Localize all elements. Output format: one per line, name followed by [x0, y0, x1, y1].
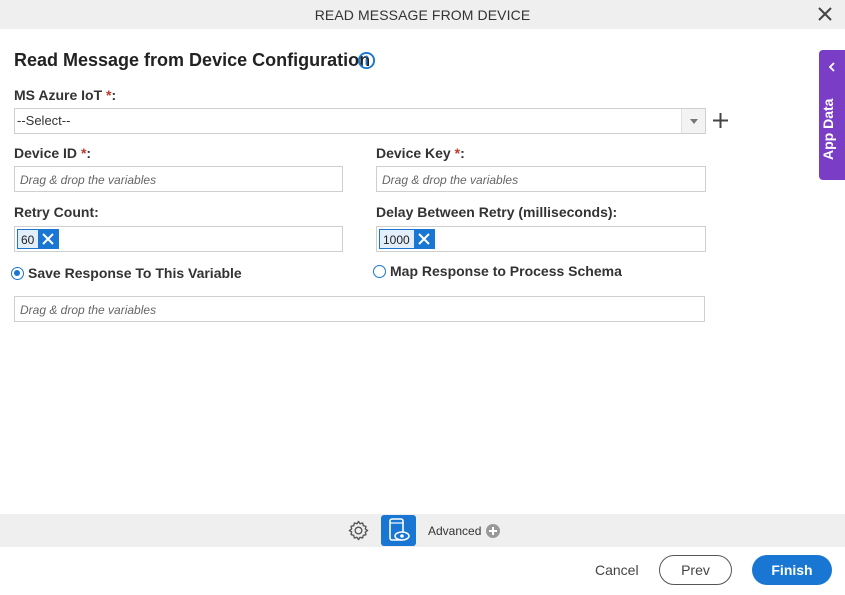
finish-button[interactable]: Finish [752, 555, 832, 585]
radio-map-response[interactable]: Map Response to Process Schema [373, 263, 622, 279]
device-key-field[interactable]: Drag & drop the variables [376, 166, 706, 192]
info-icon[interactable] [357, 51, 376, 70]
prev-button[interactable]: Prev [659, 555, 732, 585]
delay-between-retry-label: Delay Between Retry (milliseconds): [376, 204, 618, 220]
delay-chip: 1000 [379, 229, 435, 249]
dialog-title: READ MESSAGE FROM DEVICE [314, 7, 531, 23]
retry-count-field[interactable]: 60 [14, 226, 343, 252]
advanced-plus-icon[interactable] [486, 524, 500, 538]
device-key-label: Device Key *: [376, 145, 465, 161]
azure-iot-selected-value: --Select-- [17, 113, 71, 128]
chevron-left-icon [828, 62, 835, 72]
gear-icon[interactable] [347, 519, 370, 542]
device-id-placeholder: Drag & drop the variables [20, 173, 157, 187]
radio-save-response[interactable]: Save Response To This Variable [11, 265, 242, 281]
device-key-placeholder: Drag & drop the variables [382, 173, 519, 187]
delay-value: 1000 [383, 233, 410, 247]
response-variable-placeholder: Drag & drop the variables [20, 303, 157, 317]
mobile-preview-icon[interactable] [381, 515, 416, 546]
cancel-button[interactable]: Cancel [595, 562, 639, 578]
remove-chip-icon[interactable] [413, 230, 434, 248]
close-icon[interactable] [817, 6, 833, 22]
response-variable-field[interactable]: Drag & drop the variables [14, 296, 705, 322]
app-data-tab[interactable]: App Data [819, 50, 845, 180]
advanced-label[interactable]: Advanced [428, 524, 481, 538]
radio-unselected-icon [373, 264, 386, 278]
azure-iot-select[interactable]: --Select-- [14, 108, 706, 134]
radio-selected-icon [11, 266, 24, 280]
bottom-toolbar: Advanced [0, 514, 845, 547]
app-data-label: App Data [820, 98, 836, 160]
delay-between-retry-field[interactable]: 1000 [376, 226, 706, 252]
retry-count-chip: 60 [17, 229, 60, 249]
retry-count-label: Retry Count: [14, 204, 99, 220]
radio-map-response-label: Map Response to Process Schema [390, 263, 622, 279]
radio-save-response-label: Save Response To This Variable [28, 265, 242, 281]
plus-icon[interactable] [712, 112, 729, 129]
chevron-down-icon[interactable] [681, 109, 705, 133]
remove-chip-icon[interactable] [38, 230, 59, 248]
device-id-label: Device ID *: [14, 145, 92, 161]
page-title: Read Message from Device Configuration [14, 50, 371, 70]
retry-count-value: 60 [21, 233, 35, 247]
dialog-title-bar: READ MESSAGE FROM DEVICE [0, 0, 845, 29]
device-id-field[interactable]: Drag & drop the variables [14, 166, 343, 192]
azure-iot-label: MS Azure IoT *: [14, 87, 117, 103]
